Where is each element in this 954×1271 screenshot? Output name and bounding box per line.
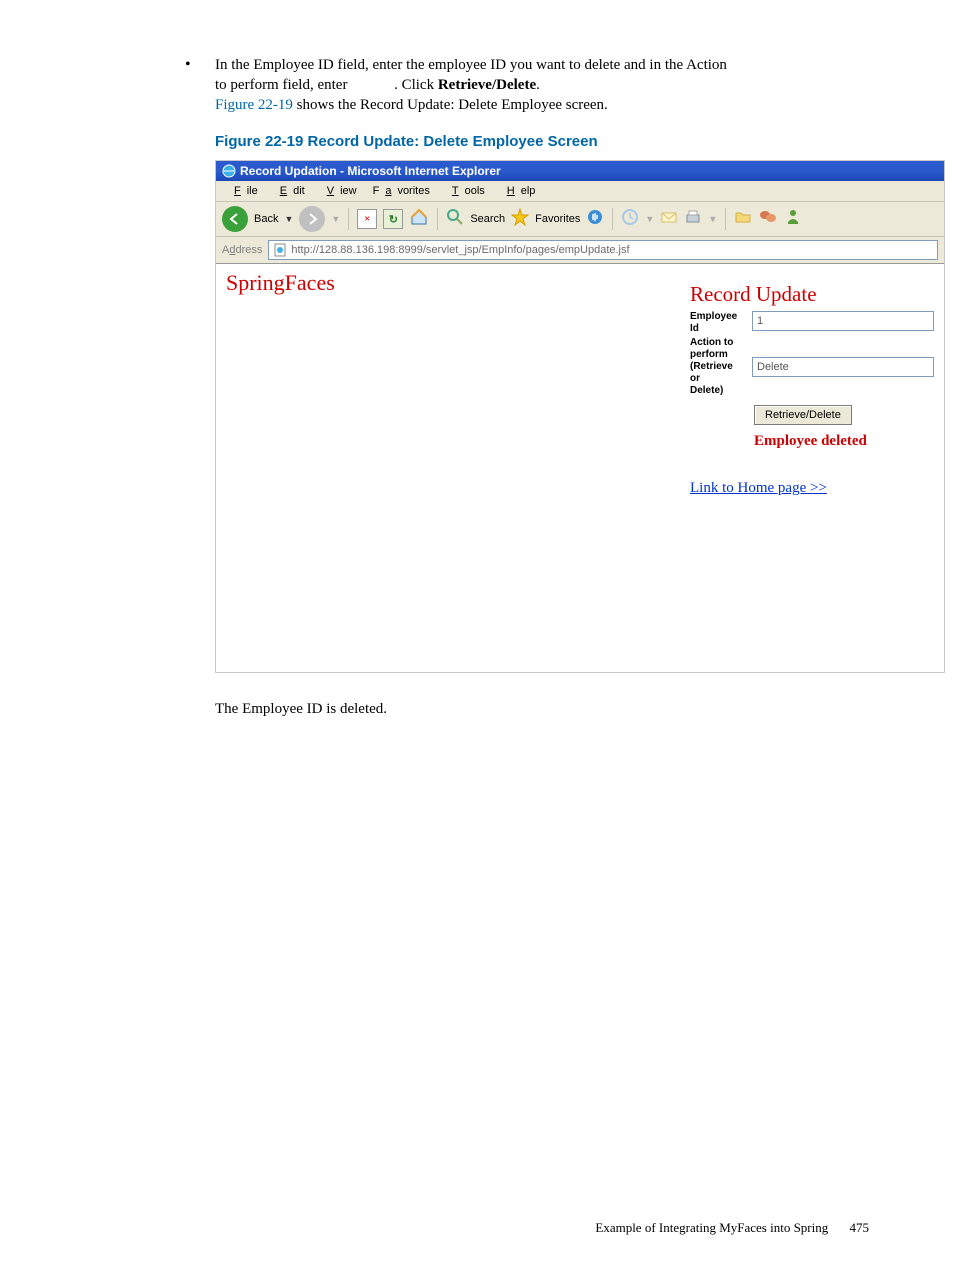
back-label[interactable]: Back — [254, 213, 278, 225]
home-page-link[interactable]: Link to Home page >> — [690, 480, 827, 497]
toolbar-separator3 — [612, 208, 613, 230]
history-chev[interactable]: ▼ — [645, 214, 654, 224]
instr-line3b: shows the Record Update: Delete Employee… — [293, 97, 608, 113]
discuss-icon[interactable] — [758, 208, 778, 231]
favorites-label[interactable]: Favorites — [535, 213, 580, 225]
after-screenshot-text: The Employee ID is deleted. — [215, 701, 869, 718]
search-label[interactable]: Search — [470, 213, 505, 225]
brand-title: SpringFaces — [226, 270, 335, 296]
titlebar: Record Updation - Microsoft Internet Exp… — [216, 161, 944, 181]
action-l3: (Retrieve — [690, 361, 733, 372]
emp-id-label-l2: Id — [690, 323, 699, 334]
emp-id-input[interactable] — [752, 311, 934, 331]
menu-tools[interactable]: Tools — [440, 183, 491, 199]
record-heading: Record Update — [690, 282, 934, 307]
action-l1: Action to — [690, 337, 733, 348]
instr-line2b: . Click — [394, 77, 438, 93]
back-icon[interactable] — [222, 206, 248, 232]
menu-help[interactable]: Help — [495, 183, 542, 199]
home-icon[interactable] — [409, 207, 429, 232]
ie-icon — [222, 164, 236, 178]
messenger-icon[interactable] — [784, 208, 802, 231]
history-icon[interactable] — [621, 208, 639, 231]
folder-icon[interactable] — [734, 208, 752, 231]
window-title: Record Updation - Microsoft Internet Exp… — [240, 164, 501, 178]
fwd-chevron-icon[interactable]: ▼ — [331, 214, 340, 224]
footer-page-number: 475 — [850, 1220, 870, 1235]
action-label: Action to perform (Retrieve or Delete) — [690, 337, 752, 397]
address-label: Address — [222, 244, 262, 256]
emp-id-label-l1: Employee — [690, 311, 737, 322]
instr-line2c: . — [536, 77, 540, 93]
figure-ref-link: Figure 22-19 — [215, 97, 293, 113]
address-field[interactable]: http://128.88.136.198:8999/servlet_jsp/E… — [268, 240, 938, 260]
menu-edit[interactable]: Edit — [268, 183, 311, 199]
action-l2: perform — [690, 349, 728, 360]
instr-line1: In the Employee ID field, enter the empl… — [215, 57, 727, 73]
search-icon[interactable] — [446, 208, 464, 231]
figure-caption: Figure 22-19 Record Update: Delete Emplo… — [215, 133, 869, 150]
emp-id-label: Employee Id — [690, 311, 752, 335]
instr-retrieve-bold: Retrieve/Delete — [438, 77, 536, 93]
print-chev[interactable]: ▼ — [708, 214, 717, 224]
menubar: File Edit View Favorites Tools Help — [216, 181, 944, 202]
toolbar-separator2 — [437, 208, 438, 230]
addressbar: Address http://128.88.136.198:8999/servl… — [216, 237, 944, 264]
menu-favorites[interactable]: Favorites — [367, 183, 436, 199]
forward-icon[interactable] — [299, 206, 325, 232]
action-l4: or — [690, 373, 700, 384]
footer-section: Example of Integrating MyFaces into Spri… — [595, 1220, 828, 1235]
media-icon[interactable] — [586, 208, 604, 231]
instruction-text: In the Employee ID field, enter the empl… — [215, 55, 727, 115]
toolbar-separator4 — [725, 208, 726, 230]
action-input[interactable] — [752, 357, 934, 377]
instr-delete-word: Delete — [351, 77, 390, 93]
back-chevron-icon[interactable]: ▼ — [284, 214, 293, 224]
print-icon[interactable] — [684, 208, 702, 231]
action-l5: Delete) — [690, 385, 723, 396]
status-message: Employee deleted — [754, 433, 934, 450]
toolbar-separator — [348, 208, 349, 230]
retrieve-delete-button[interactable]: Retrieve/Delete — [754, 405, 852, 425]
refresh-icon[interactable]: ↻ — [383, 209, 403, 229]
page-content: SpringFaces Record Update Employee Id Ac… — [216, 264, 944, 672]
menu-view[interactable]: View — [315, 183, 363, 199]
stop-icon[interactable]: × — [357, 209, 377, 229]
mail-icon[interactable] — [660, 208, 678, 231]
address-url: http://128.88.136.198:8999/servlet_jsp/E… — [291, 244, 629, 256]
page-footer: Example of Integrating MyFaces into Spri… — [595, 1220, 869, 1236]
page-icon — [273, 243, 287, 257]
instr-line2a: to perform field, enter — [215, 77, 351, 93]
ie-window: Record Updation - Microsoft Internet Exp… — [215, 160, 945, 673]
favorites-icon[interactable] — [511, 208, 529, 231]
menu-file[interactable]: File — [222, 183, 264, 199]
toolbar: Back ▼ ▼ × ↻ Search Favorites — [216, 202, 944, 237]
bullet-mark: • — [185, 55, 215, 115]
